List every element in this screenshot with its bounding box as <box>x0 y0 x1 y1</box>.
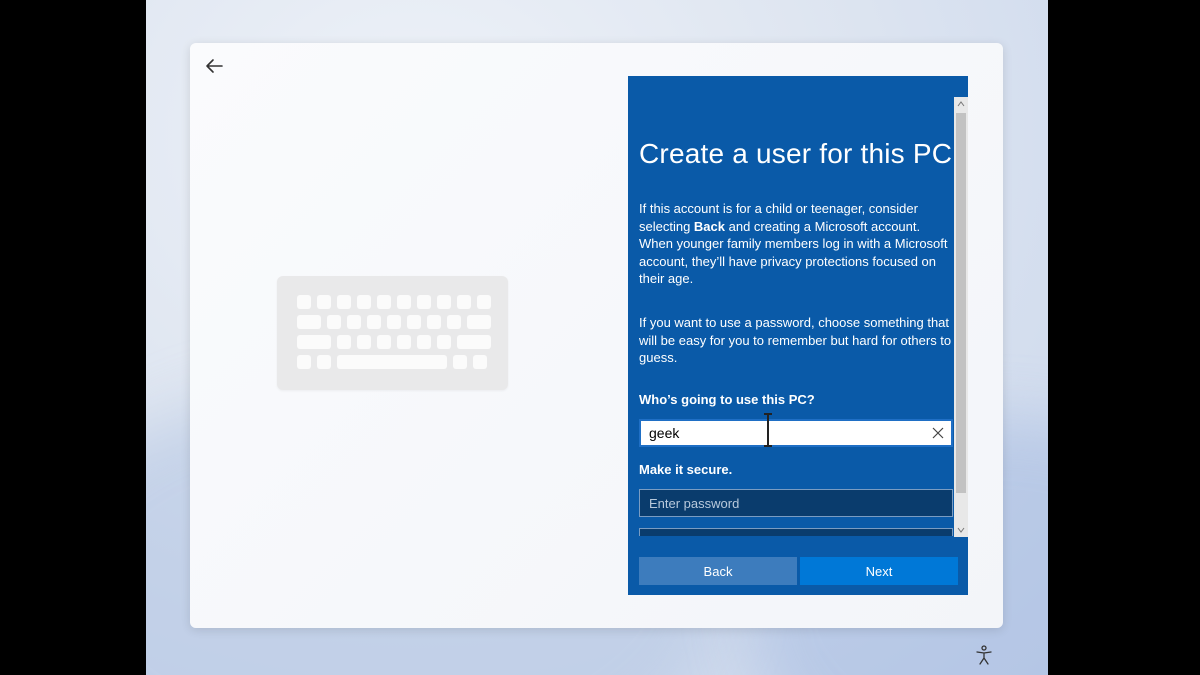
text-cursor-icon <box>764 413 772 447</box>
password-description: If you want to use a password, choose so… <box>639 315 952 365</box>
clear-icon[interactable] <box>931 426 945 440</box>
scroll-down-icon[interactable] <box>954 523 968 537</box>
back-arrow-icon[interactable] <box>202 54 226 78</box>
password-input[interactable] <box>640 490 952 516</box>
page-title: Create a user for this PC <box>639 138 953 169</box>
scroll-up-icon[interactable] <box>954 97 968 111</box>
keyboard-illustration <box>277 276 508 390</box>
ease-of-access-icon[interactable] <box>975 645 993 665</box>
username-input[interactable] <box>641 425 921 441</box>
username-label: Who’s going to use this PC? <box>639 392 815 407</box>
username-field-box[interactable] <box>639 419 953 447</box>
password-label: Make it secure. <box>639 462 733 477</box>
scroll-thumb[interactable] <box>956 113 966 493</box>
panel-scroll-area[interactable]: Create a user for this PC If this accoun… <box>628 76 954 536</box>
create-user-panel: Create a user for this PC If this accoun… <box>628 76 968 595</box>
confirm-password-field[interactable] <box>639 528 953 536</box>
back-button[interactable]: Back <box>639 557 797 585</box>
next-button[interactable]: Next <box>800 557 958 585</box>
child-account-description: If this account is for a child or teenag… <box>639 201 948 286</box>
password-field-box[interactable] <box>639 489 953 517</box>
vertical-scrollbar[interactable] <box>954 97 968 537</box>
